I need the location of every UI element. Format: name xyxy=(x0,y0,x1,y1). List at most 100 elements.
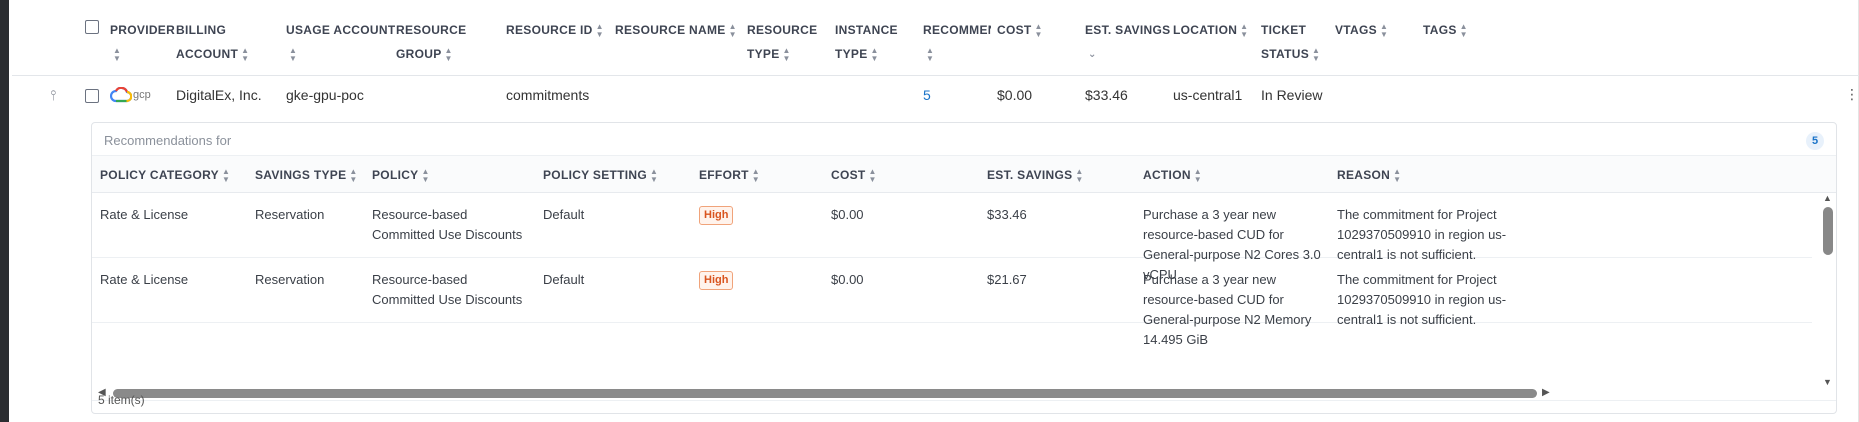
sort-icon[interactable]: ▲ ▼ xyxy=(871,46,879,63)
header-ticket-status-label-2: STATUS xyxy=(1261,47,1310,61)
header-resource-group[interactable]: RESOURCE GROUP ▲ ▼ xyxy=(396,18,466,66)
horizontal-scrollbar[interactable]: ◀ ▶ xyxy=(92,385,1822,401)
kebab-menu-icon[interactable]: ⋮ xyxy=(1845,86,1859,103)
provider-name: gcp xyxy=(133,89,151,101)
header-usage-account-label: USAGE ACCOUNT xyxy=(286,23,396,37)
header-resource-name-label: RESOURCE NAME xyxy=(615,23,726,37)
header-policy-label: POLICY xyxy=(372,168,419,183)
panel-title: Recommendations for xyxy=(104,133,232,148)
sort-icon[interactable]: ▲ ▼ xyxy=(596,22,604,39)
header-policy[interactable]: POLICY ▲ ▼ xyxy=(372,168,430,184)
header-savings-type[interactable]: SAVINGS TYPE ▲ ▼ xyxy=(255,168,358,184)
policy-cell: Resource-based Committed Use Discounts xyxy=(372,272,523,307)
header-recommendations[interactable]: RECOMMENDATIONS ▲▼ xyxy=(923,18,991,66)
table-row[interactable]: ⫯ gcp DigitalEx, Inc. gke-gpu-poc commit… xyxy=(12,76,1859,116)
header-action[interactable]: ACTION ▲ ▼ xyxy=(1143,168,1202,184)
reason-cell: The commitment for Project 1029370509910… xyxy=(1337,207,1507,262)
header-policy-category[interactable]: POLICY CATEGORY ▲ ▼ xyxy=(100,168,230,184)
policy-cell: Resource-based Committed Use Discounts xyxy=(372,207,523,242)
header-billing-account-label-1: BILLING xyxy=(176,23,227,37)
header-instance-type-label-2: TYPE xyxy=(835,47,868,61)
header-resource-type[interactable]: RESOURCE TYPE ▲ ▼ xyxy=(747,18,817,66)
header-est-savings[interactable]: EST. SAVINGS ⌄ xyxy=(1085,18,1170,66)
ticket-status-cell: In Review xyxy=(1261,87,1323,103)
effort-badge: High xyxy=(699,271,734,290)
policy-setting-cell: Default xyxy=(543,272,585,287)
sort-icon[interactable]: ▲ ▼ xyxy=(752,168,760,184)
scroll-right-arrow-icon[interactable]: ▶ xyxy=(1542,387,1550,398)
select-all-checkbox[interactable] xyxy=(85,20,99,34)
header-resource-id[interactable]: RESOURCE ID ▲ ▼ xyxy=(506,18,604,42)
header-vtags[interactable]: VTAGS ▲ ▼ xyxy=(1335,18,1388,42)
header-resource-group-label-2: GROUP xyxy=(396,47,442,61)
row-checkbox[interactable] xyxy=(85,89,99,103)
header-usage-account[interactable]: USAGE ACCOUNT ▲ ▼ xyxy=(286,18,395,66)
resource-id-cell: commitments xyxy=(506,87,590,103)
header-reason[interactable]: REASON ▲ ▼ xyxy=(1337,168,1401,184)
scroll-down-arrow-icon[interactable]: ▼ xyxy=(1823,377,1832,387)
cost-cell: $0.00 xyxy=(997,87,1033,103)
location-cell: us-central1 xyxy=(1173,87,1243,103)
sort-icon[interactable]: ▲ ▼ xyxy=(349,168,357,184)
horizontal-scroll-thumb[interactable] xyxy=(113,389,1537,398)
header-billing-account[interactable]: BILLING ACCOUNT ▲ ▼ xyxy=(176,18,249,66)
est-savings-cell: $33.46 xyxy=(1085,87,1128,103)
header-resource-group-label-1: RESOURCE xyxy=(396,23,467,37)
header-cost[interactable]: COST ▲ ▼ xyxy=(997,18,1043,42)
header-rec-cost[interactable]: COST ▲ ▼ xyxy=(831,168,877,184)
header-ticket-status[interactable]: TICKET STATUS ▲ ▼ xyxy=(1261,18,1320,66)
sort-icon[interactable]: ▲ ▼ xyxy=(222,168,230,184)
usage-account-cell: gke-gpu-poc xyxy=(286,87,364,103)
header-instance-type[interactable]: INSTANCE TYPE ▲ ▼ xyxy=(835,18,898,66)
header-location-label: LOCATION xyxy=(1173,23,1238,37)
sort-icon[interactable]: ▲ ▼ xyxy=(783,46,791,63)
header-action-label: ACTION xyxy=(1143,168,1191,183)
header-rec-est-savings[interactable]: EST. SAVINGS ▲ ▼ xyxy=(987,168,1084,184)
sort-icon[interactable]: ▲ ▼ xyxy=(421,168,429,184)
header-savings-type-label: SAVINGS TYPE xyxy=(255,168,347,183)
sort-icon[interactable]: ▲ ▼ xyxy=(113,46,121,63)
sort-icon[interactable]: ▲ ▼ xyxy=(1035,22,1043,39)
header-billing-account-label-2: ACCOUNT xyxy=(176,47,239,61)
header-rec-est-savings-label: EST. SAVINGS xyxy=(987,168,1073,183)
header-resource-type-label-1: RESOURCE xyxy=(747,23,818,37)
savings-type-cell: Reservation xyxy=(255,272,325,287)
sort-icon[interactable]: ▲ ▼ xyxy=(1312,46,1320,63)
sort-icon[interactable]: ▲ ▼ xyxy=(1393,168,1401,184)
sort-icon[interactable]: ▲ ▼ xyxy=(445,46,453,63)
sort-icon[interactable]: ▲ ▼ xyxy=(1240,22,1248,39)
header-est-savings-label: EST. SAVINGS xyxy=(1085,23,1171,37)
scroll-up-arrow-icon[interactable]: ▲ xyxy=(1823,193,1832,203)
sort-icon[interactable]: ▲ ▼ xyxy=(650,168,658,184)
header-reason-label: REASON xyxy=(1337,168,1391,183)
sort-icon[interactable]: ▲ ▼ xyxy=(729,22,737,39)
header-location[interactable]: LOCATION ▲ ▼ xyxy=(1173,18,1248,42)
sort-icon[interactable]: ▲ ▼ xyxy=(926,46,934,63)
rec-est-savings-cell: $21.67 xyxy=(987,272,1027,287)
sort-icon[interactable]: ▲ ▼ xyxy=(1075,168,1083,184)
header-effort[interactable]: EFFORT ▲ ▼ xyxy=(699,168,760,184)
vertical-scrollbar[interactable]: ▲ ▼ xyxy=(1820,193,1836,387)
recommendation-row[interactable]: Rate & License Reservation Resource-base… xyxy=(92,193,1812,282)
header-policy-setting[interactable]: POLICY SETTING ▲ ▼ xyxy=(543,168,658,184)
header-resource-name[interactable]: RESOURCE NAME ▲ ▼ xyxy=(615,18,737,42)
sort-icon[interactable]: ▲ ▼ xyxy=(1460,22,1468,39)
header-resource-type-label-2: TYPE xyxy=(747,47,780,61)
pin-icon[interactable]: ⫯ xyxy=(50,87,56,104)
billing-account-cell: DigitalEx, Inc. xyxy=(176,87,262,103)
recommendations-count-link[interactable]: 5 xyxy=(923,87,931,103)
sort-icon[interactable]: ▲ ▼ xyxy=(869,168,877,184)
sort-icon[interactable]: ▲ ▼ xyxy=(1380,22,1388,39)
header-provider[interactable]: PROVIDER ▲ ▼ xyxy=(110,18,175,66)
sort-icon[interactable]: ▲ ▼ xyxy=(289,46,297,63)
recommendation-row[interactable]: Rate & License Reservation Resource-base… xyxy=(92,258,1812,347)
rec-est-savings-cell: $33.46 xyxy=(987,207,1027,222)
header-provider-label: PROVIDER xyxy=(110,23,176,37)
header-tags[interactable]: TAGS ▲ ▼ xyxy=(1423,18,1468,42)
sort-icon[interactable]: ▲ ▼ xyxy=(241,46,249,63)
outer-table-header: PROVIDER ▲ ▼ BILLING ACCOUNT ▲ ▼ USAGE ACCO… xyxy=(12,0,1859,76)
vertical-scroll-thumb[interactable] xyxy=(1823,207,1833,255)
sort-descending-icon[interactable]: ⌄ xyxy=(1088,49,1097,59)
sort-icon[interactable]: ▲ ▼ xyxy=(1194,168,1202,184)
savings-type-cell: Reservation xyxy=(255,207,325,222)
